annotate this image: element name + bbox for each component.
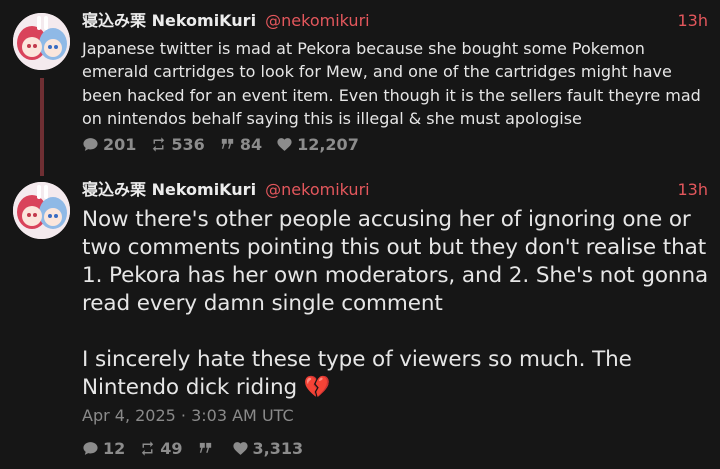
- like-stat[interactable]: 3,313: [232, 439, 304, 458]
- reply-stat[interactable]: 201: [82, 135, 136, 154]
- tweet-stats: 201 536 84 12,207: [82, 135, 359, 154]
- avatar[interactable]: [13, 13, 70, 70]
- quote-stat[interactable]: 84: [219, 135, 262, 154]
- quote-stat[interactable]: [197, 440, 218, 457]
- username-handle[interactable]: @nekomikuri: [265, 180, 369, 199]
- tweet-text: Japanese twitter is mad at Pekora becaus…: [82, 39, 706, 128]
- quote-count: 84: [239, 135, 263, 154]
- retweet-count: 536: [171, 135, 205, 154]
- like-count: 12,207: [297, 135, 359, 154]
- tweet-header: 寝込み栗 NekomiKuri @nekomikuri 13h: [82, 179, 708, 201]
- timestamp[interactable]: 13h: [678, 179, 709, 201]
- retweet-icon: [142, 441, 154, 456]
- reply-stat[interactable]: 12: [82, 439, 125, 458]
- tweet-header: 寝込み栗 NekomiKuri @nekomikuri 13h: [82, 10, 708, 32]
- like-stat[interactable]: 12,207: [276, 135, 359, 154]
- reply-count: 201: [103, 135, 137, 154]
- quote-icon: [199, 442, 211, 453]
- retweet-stat[interactable]: 536: [150, 135, 205, 154]
- retweet-stat[interactable]: 49: [139, 439, 183, 458]
- timestamp[interactable]: 13h: [678, 10, 709, 32]
- username-handle[interactable]: @nekomikuri: [265, 11, 369, 30]
- display-name[interactable]: 寝込み栗 NekomiKuri: [82, 180, 256, 199]
- thread-line: [40, 78, 44, 176]
- heart-icon: [277, 138, 292, 151]
- reply-icon: [83, 442, 98, 455]
- avatar[interactable]: [13, 182, 70, 239]
- reply-count: 12: [103, 439, 126, 458]
- like-count: 3,313: [252, 439, 304, 458]
- retweet-icon: [153, 137, 165, 152]
- tweet-date[interactable]: Apr 4, 2025 · 3:03 AM UTC: [82, 406, 294, 425]
- reply-icon: [83, 138, 98, 151]
- tweet-text: Now there's other people accusing her of…: [82, 207, 709, 400]
- retweet-count: 49: [160, 439, 183, 458]
- heart-icon: [232, 442, 248, 455]
- tweet-stats: 12 49 3,313: [82, 439, 303, 458]
- display-name[interactable]: 寝込み栗 NekomiKuri: [82, 11, 256, 30]
- quote-icon: [221, 138, 233, 149]
